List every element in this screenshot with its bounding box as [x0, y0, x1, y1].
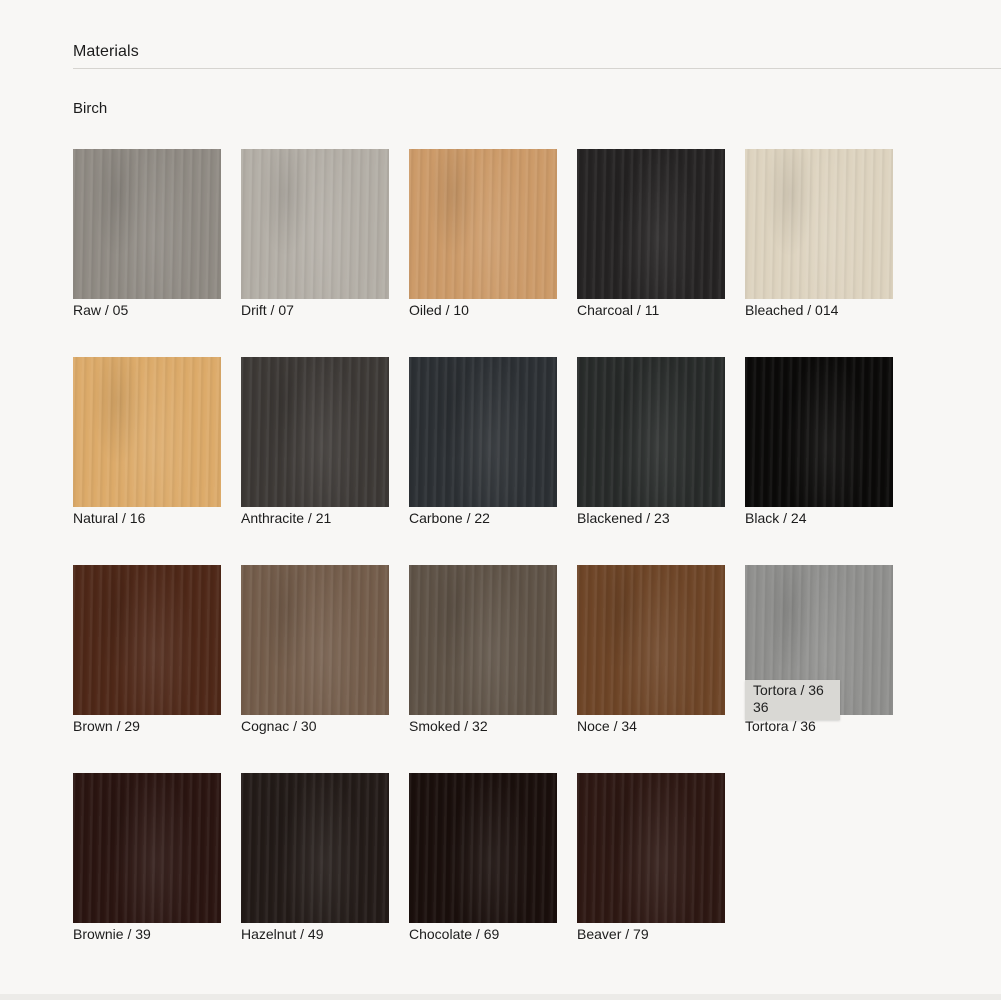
material-label: Chocolate / 69	[409, 926, 500, 942]
material-label: Charcoal / 11	[577, 302, 660, 318]
material-swatch[interactable]: Raw / 05	[73, 149, 221, 357]
material-chip-image[interactable]	[73, 773, 221, 923]
material-chip-image[interactable]	[577, 773, 725, 923]
material-chip-image[interactable]	[241, 773, 389, 923]
section-divider	[73, 68, 1001, 69]
material-swatch[interactable]: Drift / 07	[241, 149, 389, 357]
material-label: Brown / 29	[73, 718, 140, 734]
material-chip-image[interactable]	[241, 357, 389, 507]
material-label: Smoked / 32	[409, 718, 488, 734]
material-label: Carbone / 22	[409, 510, 490, 526]
material-swatch[interactable]: Anthracite / 21	[241, 357, 389, 565]
material-swatch[interactable]: Chocolate / 69	[409, 773, 557, 981]
material-swatch[interactable]: Natural / 16	[73, 357, 221, 565]
material-swatch[interactable]: Charcoal / 11	[577, 149, 725, 357]
hover-tooltip: Tortora / 36 36	[745, 680, 840, 720]
material-swatch[interactable]: Oiled / 10	[409, 149, 557, 357]
tooltip-line-1: Tortora / 36	[753, 682, 824, 698]
material-label: Anthracite / 21	[241, 510, 332, 526]
material-label: Raw / 05	[73, 302, 129, 318]
material-chip-image[interactable]	[577, 357, 725, 507]
material-chip-image[interactable]	[73, 357, 221, 507]
material-swatch[interactable]: Brown / 29	[73, 565, 221, 773]
material-chip-image[interactable]	[241, 565, 389, 715]
material-label: Natural / 16	[73, 510, 146, 526]
material-swatch[interactable]: Hazelnut / 49	[241, 773, 389, 981]
material-label: Brownie / 39	[73, 926, 151, 942]
material-swatch[interactable]: Blackened / 23	[577, 357, 725, 565]
material-label: Blackened / 23	[577, 510, 670, 526]
material-swatch[interactable]: Noce / 34	[577, 565, 725, 773]
footer-band	[0, 994, 1001, 1000]
material-swatch[interactable]: Black / 24	[745, 357, 893, 565]
subsection-title-birch: Birch	[73, 100, 108, 117]
material-swatch[interactable]: Cognac / 30	[241, 565, 389, 773]
materials-page: Materials Birch Raw / 05 Drift / 07 Oiled …	[0, 0, 1001, 1000]
material-label: Tortora / 36	[745, 718, 816, 734]
material-chip-image[interactable]	[745, 357, 893, 507]
material-swatch[interactable]: Tortora / 36	[745, 565, 893, 773]
material-chip-image[interactable]	[577, 565, 725, 715]
material-chip-image[interactable]	[409, 565, 557, 715]
material-swatch[interactable]: Smoked / 32	[409, 565, 557, 773]
material-swatch[interactable]: Bleached / 014	[745, 149, 893, 357]
material-label: Oiled / 10	[409, 302, 469, 318]
tooltip-line-2: 36	[753, 699, 769, 715]
material-chip-image[interactable]	[745, 149, 893, 299]
material-chip-image[interactable]	[409, 357, 557, 507]
material-chip-image[interactable]	[409, 149, 557, 299]
material-label: Beaver / 79	[577, 926, 649, 942]
material-label: Cognac / 30	[241, 718, 317, 734]
material-chip-image[interactable]	[577, 149, 725, 299]
material-label: Bleached / 014	[745, 302, 839, 318]
material-label: Noce / 34	[577, 718, 637, 734]
swatch-grid: Raw / 05 Drift / 07 Oiled / 10 Charcoal / 1…	[73, 149, 893, 981]
material-swatch[interactable]: Carbone / 22	[409, 357, 557, 565]
material-chip-image[interactable]	[73, 149, 221, 299]
material-label: Black / 24	[745, 510, 807, 526]
material-label: Hazelnut / 49	[241, 926, 324, 942]
section-title: Materials	[73, 43, 139, 60]
material-swatch[interactable]: Beaver / 79	[577, 773, 725, 981]
material-chip-image[interactable]	[241, 149, 389, 299]
material-label: Drift / 07	[241, 302, 294, 318]
material-swatch[interactable]: Brownie / 39	[73, 773, 221, 981]
material-chip-image[interactable]	[73, 565, 221, 715]
material-chip-image[interactable]	[409, 773, 557, 923]
